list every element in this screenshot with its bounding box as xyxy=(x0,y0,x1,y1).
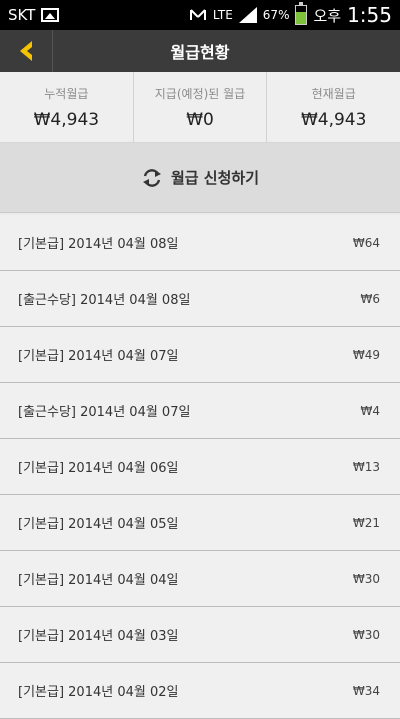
list-item-text: [기본급] 2014년 04월 03일 xyxy=(18,629,179,644)
list-item[interactable]: [기본급] 2014년 04월 04일 ₩30 xyxy=(0,551,400,607)
summary-value: ₩4,943 xyxy=(33,109,100,130)
battery-icon xyxy=(295,2,308,25)
list-item-text: [기본급] 2014년 04월 04일 xyxy=(18,573,179,588)
list-item-amount: ₩49 xyxy=(352,347,380,362)
list-item-amount: ₩30 xyxy=(352,627,380,642)
back-button[interactable] xyxy=(0,30,53,72)
list-item-amount: ₩64 xyxy=(352,235,380,250)
list-item-text: [기본급] 2014년 04월 02일 xyxy=(18,685,179,700)
summary-label: 누적월급 xyxy=(44,86,89,101)
network-label: LTE xyxy=(212,8,233,22)
list-item-amount: ₩34 xyxy=(352,683,380,698)
status-bar: SKT LTE 67% 오후 1:55 xyxy=(0,0,400,30)
list-item[interactable]: [출근수당] 2014년 04월 08일 ₩6 xyxy=(0,271,400,327)
mute-icon xyxy=(189,9,206,20)
chevron-left-icon xyxy=(20,41,32,61)
summary-accumulated: 누적월급 ₩4,943 xyxy=(0,72,134,142)
list-item-amount: ₩13 xyxy=(352,459,380,474)
summary-label: 현재월급 xyxy=(311,86,356,101)
summary-current: 현재월급 ₩4,943 xyxy=(267,72,400,142)
salary-summary: 누적월급 ₩4,943 지급(예정)된 월급 ₩0 현재월급 ₩4,943 xyxy=(0,72,400,143)
list-item-text: [기본급] 2014년 04월 08일 xyxy=(18,237,179,252)
list-item[interactable]: [기본급] 2014년 04월 03일 ₩30 xyxy=(0,607,400,663)
list-item-text: [출근수당] 2014년 04월 07일 xyxy=(18,405,191,420)
summary-label: 지급(예정)된 월급 xyxy=(154,86,246,101)
signal-icon xyxy=(238,7,257,23)
list-item-text: [기본급] 2014년 04월 06일 xyxy=(18,461,179,476)
list-item-amount: ₩4 xyxy=(360,403,381,418)
list-item[interactable]: [기본급] 2014년 04월 05일 ₩21 xyxy=(0,495,400,551)
list-item-text: [출근수당] 2014년 04월 08일 xyxy=(18,293,191,308)
apply-salary-button[interactable]: 월급 신청하기 xyxy=(0,143,400,213)
salary-list: [기본급] 2014년 04월 08일 ₩64 [출근수당] 2014년 04월… xyxy=(0,215,400,719)
list-item[interactable]: [출근수당] 2014년 04월 07일 ₩4 xyxy=(0,383,400,439)
page-title: 월급현황 xyxy=(170,43,230,62)
list-item[interactable]: [기본급] 2014년 04월 07일 ₩49 xyxy=(0,327,400,383)
title-bar: 월급현황 xyxy=(0,30,400,72)
apply-salary-content: 월급 신청하기 xyxy=(141,167,259,189)
gallery-icon xyxy=(41,8,60,22)
list-item-text: [기본급] 2014년 04월 07일 xyxy=(18,349,179,364)
time-ampm: 오후 xyxy=(313,6,342,25)
list-item-text: [기본급] 2014년 04월 05일 xyxy=(18,517,179,532)
list-item-amount: ₩30 xyxy=(352,571,380,586)
clock: 1:55 xyxy=(347,3,392,27)
list-item-amount: ₩21 xyxy=(352,515,380,530)
list-item[interactable]: [기본급] 2014년 04월 08일 ₩64 xyxy=(0,215,400,271)
carrier-label: SKT xyxy=(8,6,36,24)
list-item-amount: ₩6 xyxy=(360,291,381,306)
apply-salary-label: 월급 신청하기 xyxy=(170,169,260,187)
summary-paid: 지급(예정)된 월급 ₩0 xyxy=(134,72,268,142)
summary-value: ₩4,943 xyxy=(300,109,367,130)
summary-value: ₩0 xyxy=(186,109,214,130)
list-item[interactable]: [기본급] 2014년 04월 06일 ₩13 xyxy=(0,439,400,495)
battery-percent: 67% xyxy=(262,8,290,22)
refresh-icon xyxy=(142,168,161,187)
